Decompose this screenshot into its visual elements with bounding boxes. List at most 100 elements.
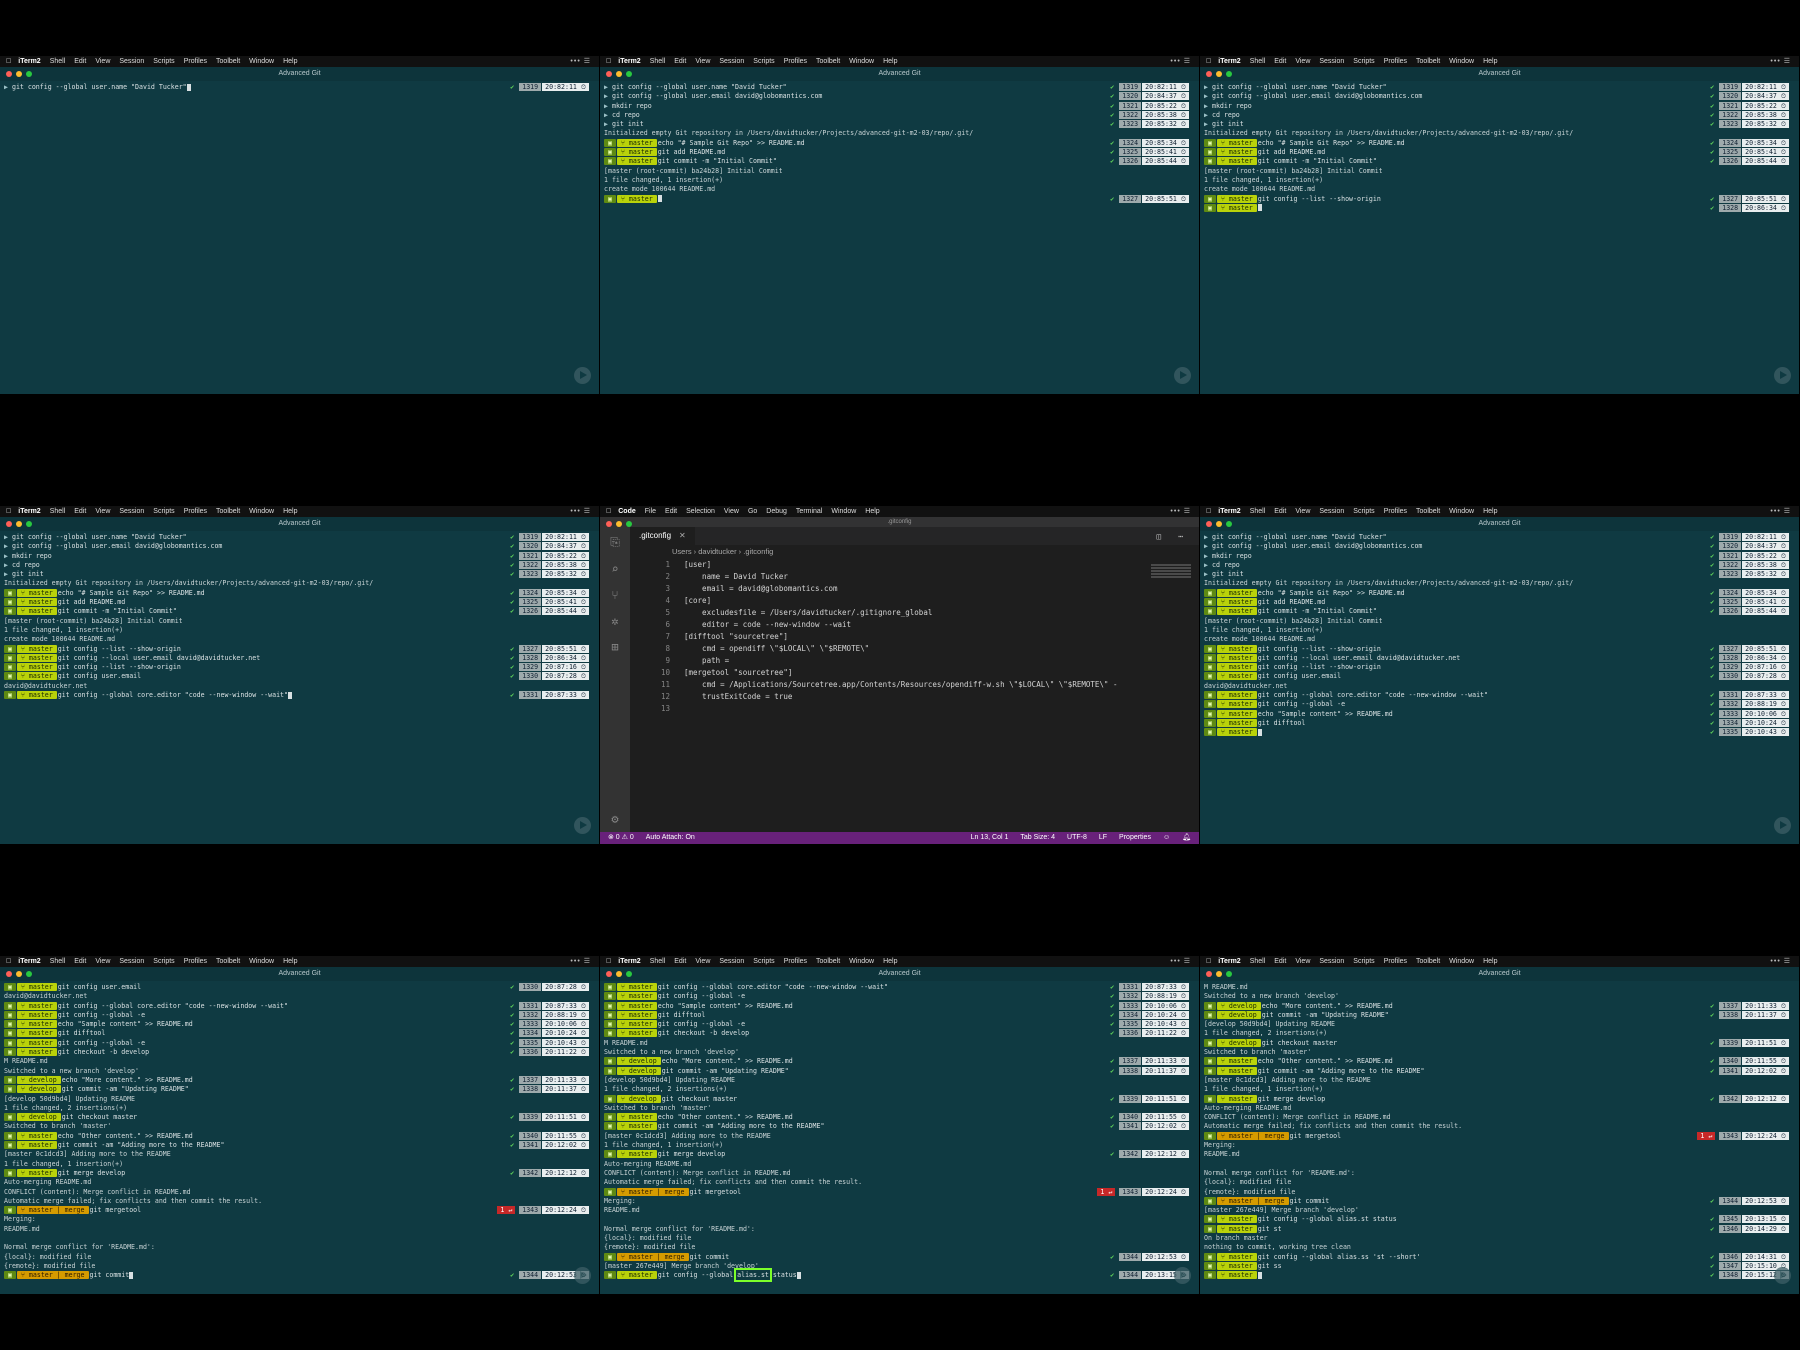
menu-item-help[interactable]: Help bbox=[883, 56, 897, 67]
menu-item-iterm2[interactable]: iTerm2 bbox=[18, 56, 40, 67]
menu-item-window[interactable]: Window bbox=[1449, 956, 1474, 967]
apple-icon[interactable]:  bbox=[606, 506, 611, 517]
record-button-icon[interactable] bbox=[1774, 1267, 1791, 1284]
menu-item-shell[interactable]: Shell bbox=[650, 56, 666, 67]
menu-item-window[interactable]: Window bbox=[849, 956, 874, 967]
window-controls[interactable] bbox=[6, 971, 32, 977]
menu-item-go[interactable]: Go bbox=[748, 506, 757, 517]
window-minimize-button[interactable] bbox=[1216, 71, 1222, 77]
menu-item-iterm2[interactable]: iTerm2 bbox=[18, 506, 40, 517]
window-zoom-button[interactable] bbox=[1226, 71, 1232, 77]
window-controls[interactable] bbox=[1206, 521, 1232, 527]
apple-icon[interactable]:  bbox=[6, 56, 11, 67]
menu-item-window[interactable]: Window bbox=[831, 506, 856, 517]
manage-gear-icon[interactable]: ⚙ bbox=[611, 812, 618, 826]
menu-item-window[interactable]: Window bbox=[249, 56, 274, 67]
menu-item-window[interactable]: Window bbox=[249, 956, 274, 967]
window-controls[interactable] bbox=[1206, 71, 1232, 77]
menu-item-help[interactable]: Help bbox=[865, 506, 879, 517]
menu-item-toolbelt[interactable]: Toolbelt bbox=[216, 56, 240, 67]
menu-item-scripts[interactable]: Scripts bbox=[1353, 506, 1374, 517]
menu-item-profiles[interactable]: Profiles bbox=[184, 956, 207, 967]
menu-item-edit[interactable]: Edit bbox=[74, 56, 86, 67]
apple-icon[interactable]:  bbox=[6, 506, 11, 517]
window-close-button[interactable] bbox=[1206, 971, 1212, 977]
menu-item-shell[interactable]: Shell bbox=[50, 506, 66, 517]
menu-item-help[interactable]: Help bbox=[283, 956, 297, 967]
window-minimize-button[interactable] bbox=[16, 971, 22, 977]
terminal-output[interactable]: ▶ git config --global user.name "David Tu… bbox=[0, 531, 599, 702]
menu-item-profiles[interactable]: Profiles bbox=[1384, 56, 1407, 67]
menu-item-edit[interactable]: Edit bbox=[1274, 56, 1286, 67]
menu-item-toolbelt[interactable]: Toolbelt bbox=[1416, 506, 1440, 517]
problems-indicator[interactable]: ⊗ 0 ⚠ 0 bbox=[608, 832, 634, 844]
record-button-icon[interactable] bbox=[1774, 367, 1791, 384]
source-control-icon[interactable]: ⑂ bbox=[611, 588, 618, 602]
menu-item-session[interactable]: Session bbox=[119, 956, 144, 967]
menu-item-shell[interactable]: Shell bbox=[1250, 956, 1266, 967]
menu-item-shell[interactable]: Shell bbox=[50, 56, 66, 67]
extensions-icon[interactable]: ⊞ bbox=[611, 640, 618, 654]
menu-item-shell[interactable]: Shell bbox=[1250, 506, 1266, 517]
explorer-icon[interactable]: ⎘ bbox=[610, 535, 620, 550]
window-close-button[interactable] bbox=[606, 71, 612, 77]
menu-item-scripts[interactable]: Scripts bbox=[153, 506, 174, 517]
window-close-button[interactable] bbox=[6, 521, 12, 527]
menu-item-edit[interactable]: Edit bbox=[74, 506, 86, 517]
menu-item-view[interactable]: View bbox=[1295, 956, 1310, 967]
language-mode[interactable]: Properties bbox=[1119, 832, 1151, 844]
window-controls[interactable] bbox=[1206, 971, 1232, 977]
menu-item-view[interactable]: View bbox=[724, 506, 739, 517]
terminal-output[interactable]: ▣ ⑂ master git config --global core.editor… bbox=[600, 981, 1199, 1283]
window-controls[interactable] bbox=[6, 521, 32, 527]
window-zoom-button[interactable] bbox=[26, 971, 32, 977]
menu-item-edit[interactable]: Edit bbox=[665, 506, 677, 517]
terminal-output[interactable]: M README.md Switched to a new branch 'dev… bbox=[1200, 981, 1799, 1283]
menu-item-help[interactable]: Help bbox=[1483, 56, 1497, 67]
tab-size[interactable]: Tab Size: 4 bbox=[1020, 832, 1055, 844]
window-controls[interactable] bbox=[606, 71, 632, 77]
menu-item-session[interactable]: Session bbox=[119, 506, 144, 517]
record-button-icon[interactable] bbox=[1174, 367, 1191, 384]
menu-item-session[interactable]: Session bbox=[719, 956, 744, 967]
apple-icon[interactable]:  bbox=[1206, 506, 1211, 517]
window-zoom-button[interactable] bbox=[1226, 971, 1232, 977]
window-zoom-button[interactable] bbox=[626, 71, 632, 77]
debug-icon[interactable]: ✲ bbox=[611, 614, 618, 628]
menu-item-toolbelt[interactable]: Toolbelt bbox=[216, 956, 240, 967]
terminal-output[interactable]: ▶ git config --global user.name "David Tu… bbox=[0, 81, 599, 94]
menu-item-edit[interactable]: Edit bbox=[674, 956, 686, 967]
menu-item-iterm2[interactable]: iTerm2 bbox=[1218, 506, 1240, 517]
menu-item-selection[interactable]: Selection bbox=[686, 506, 715, 517]
window-zoom-button[interactable] bbox=[1226, 521, 1232, 527]
window-minimize-button[interactable] bbox=[616, 71, 622, 77]
menu-item-session[interactable]: Session bbox=[719, 56, 744, 67]
bell-icon[interactable]: 🔔︎ bbox=[1182, 832, 1191, 844]
menu-item-help[interactable]: Help bbox=[1483, 506, 1497, 517]
apple-icon[interactable]:  bbox=[1206, 56, 1211, 67]
menu-item-toolbelt[interactable]: Toolbelt bbox=[216, 506, 240, 517]
window-controls[interactable] bbox=[6, 71, 32, 77]
menu-item-profiles[interactable]: Profiles bbox=[1384, 956, 1407, 967]
menu-item-iterm2[interactable]: iTerm2 bbox=[1218, 56, 1240, 67]
line-ending[interactable]: LF bbox=[1099, 832, 1107, 844]
menu-item-help[interactable]: Help bbox=[283, 506, 297, 517]
menu-item-shell[interactable]: Shell bbox=[1250, 56, 1266, 67]
record-button-icon[interactable] bbox=[1774, 817, 1791, 834]
menu-item-profiles[interactable]: Profiles bbox=[184, 506, 207, 517]
menu-item-window[interactable]: Window bbox=[1449, 56, 1474, 67]
menu-item-help[interactable]: Help bbox=[883, 956, 897, 967]
menu-item-scripts[interactable]: Scripts bbox=[1353, 956, 1374, 967]
menu-item-view[interactable]: View bbox=[695, 956, 710, 967]
menu-item-session[interactable]: Session bbox=[1319, 56, 1344, 67]
terminal-output[interactable]: ▶ git config --global user.name "David Tu… bbox=[600, 81, 1199, 206]
menu-item-scripts[interactable]: Scripts bbox=[1353, 56, 1374, 67]
terminal-output[interactable]: ▶ git config --global user.name "David Tu… bbox=[1200, 531, 1799, 740]
window-zoom-button[interactable] bbox=[626, 971, 632, 977]
record-button-icon[interactable] bbox=[574, 1267, 591, 1284]
menu-item-iterm2[interactable]: iTerm2 bbox=[618, 956, 640, 967]
menu-item-scripts[interactable]: Scripts bbox=[753, 56, 774, 67]
apple-icon[interactable]:  bbox=[606, 956, 611, 967]
menu-item-file[interactable]: File bbox=[645, 506, 656, 517]
close-icon[interactable]: ✕ bbox=[679, 527, 686, 545]
